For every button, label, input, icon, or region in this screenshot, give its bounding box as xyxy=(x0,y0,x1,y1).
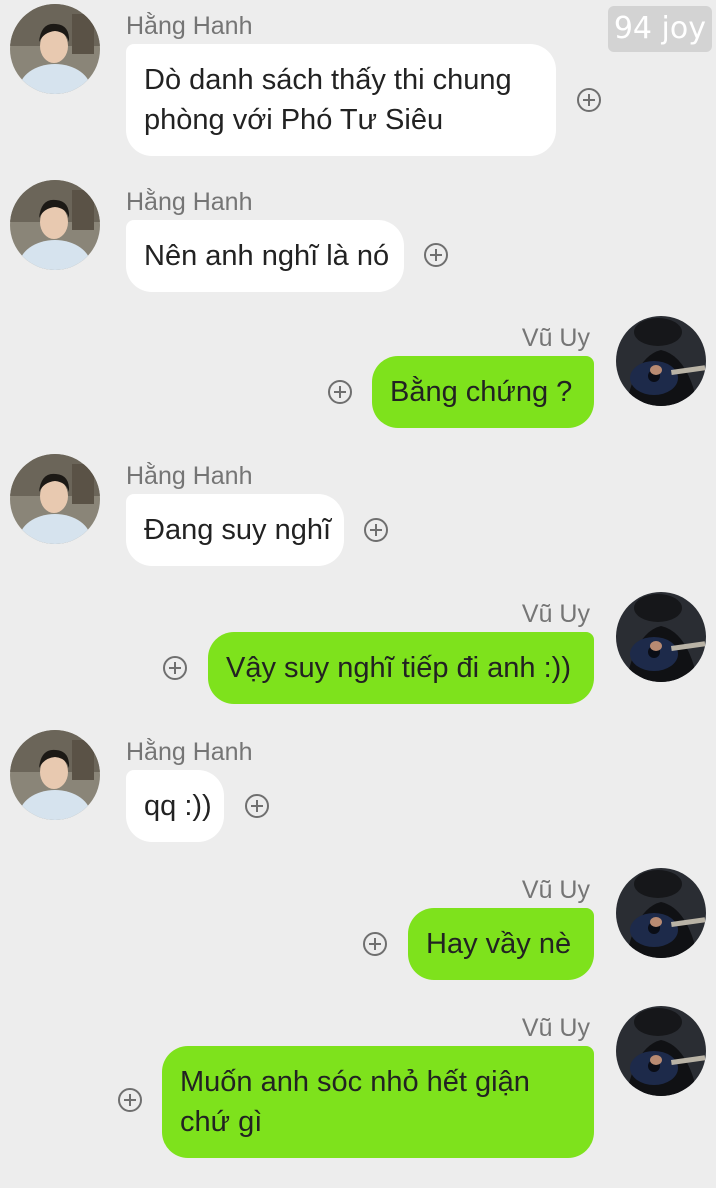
avatar[interactable] xyxy=(616,316,706,406)
avatar[interactable] xyxy=(10,454,100,544)
person-avatar-icon xyxy=(10,454,100,544)
sender-name: Vũ Uy xyxy=(521,1014,590,1042)
add-reaction-icon[interactable] xyxy=(163,656,187,680)
add-reaction-icon[interactable] xyxy=(363,932,387,956)
avatar[interactable] xyxy=(616,868,706,958)
avatar[interactable] xyxy=(616,592,706,682)
sender-name: Vũ Uy xyxy=(521,324,590,352)
avatar[interactable] xyxy=(10,4,100,94)
person-avatar-icon xyxy=(10,180,100,270)
sender-name: Hằng Hanh xyxy=(126,462,253,490)
sender-name: Vũ Uy xyxy=(521,876,590,904)
sender-name: Hằng Hanh xyxy=(126,738,253,766)
avatar[interactable] xyxy=(616,1006,706,1096)
message-bubble[interactable]: Bằng chứng ? xyxy=(372,356,594,428)
message-bubble[interactable]: qq :)) xyxy=(126,770,224,842)
guitar-avatar-icon xyxy=(616,592,706,682)
guitar-avatar-icon xyxy=(616,316,706,406)
add-reaction-icon[interactable] xyxy=(118,1088,142,1112)
add-reaction-icon[interactable] xyxy=(364,518,388,542)
add-reaction-icon[interactable] xyxy=(577,88,601,112)
add-reaction-icon[interactable] xyxy=(328,380,352,404)
person-avatar-icon xyxy=(10,4,100,94)
avatar[interactable] xyxy=(10,180,100,270)
add-reaction-icon[interactable] xyxy=(424,243,448,267)
watermark: 94 joy xyxy=(607,6,712,52)
message-bubble[interactable]: Dò danh sách thấy thi chung phòng với Ph… xyxy=(126,44,556,156)
message-bubble[interactable]: Nên anh nghĩ là nó xyxy=(126,220,404,292)
add-reaction-icon[interactable] xyxy=(245,794,269,818)
avatar[interactable] xyxy=(10,730,100,820)
sender-name: Hằng Hanh xyxy=(126,12,253,40)
message-bubble[interactable]: Muốn anh sóc nhỏ hết giận chứ gì xyxy=(162,1046,594,1158)
message-bubble[interactable]: Đang suy nghĩ xyxy=(126,494,344,566)
sender-name: Hằng Hanh xyxy=(126,188,253,216)
message-bubble[interactable]: Vậy suy nghĩ tiếp đi anh :)) xyxy=(208,632,594,704)
chat-screen: 94 joy Hằng Hanh Dò danh sách thấy thi c… xyxy=(0,0,716,1188)
message-bubble[interactable]: Hay vầy nè xyxy=(408,908,594,980)
guitar-avatar-icon xyxy=(616,868,706,958)
guitar-avatar-icon xyxy=(616,1006,706,1096)
sender-name: Vũ Uy xyxy=(521,600,590,628)
person-avatar-icon xyxy=(10,730,100,820)
